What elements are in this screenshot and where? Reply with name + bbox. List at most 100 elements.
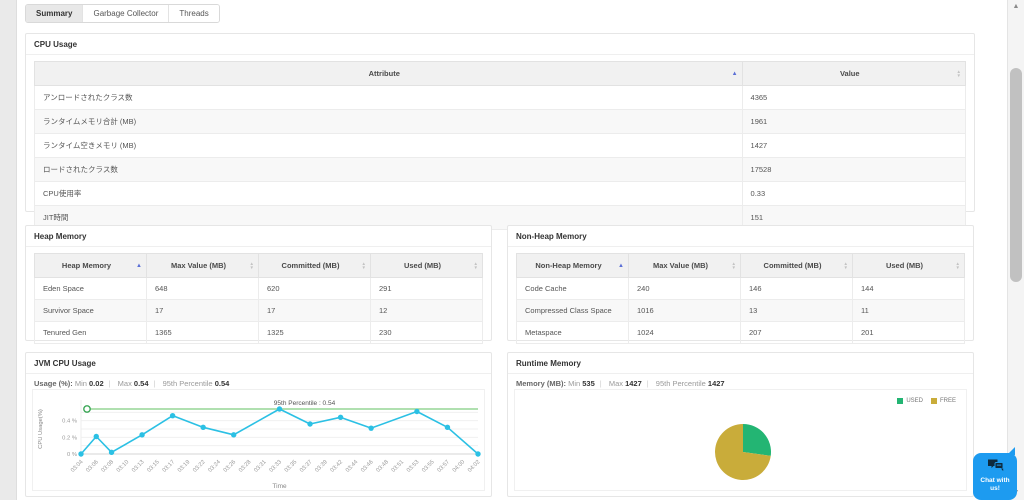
column-header-non-heap-memory[interactable]: Non-Heap Memory▲ [517, 254, 629, 278]
runtime-memory-chart-area: USED FREE [514, 389, 967, 491]
heap-memory-table: Heap Memory▲Max Value (MB)▲▼Committed (M… [34, 253, 483, 344]
stats-separator: | [154, 379, 156, 388]
column-header-used-mb[interactable]: Used (MB)▲▼ [853, 254, 965, 278]
table-cell: 240 [629, 278, 741, 300]
svg-text:03:35: 03:35 [284, 459, 299, 474]
stat-value: 0.54 [134, 379, 149, 388]
svg-text:03:48: 03:48 [375, 459, 390, 474]
column-header-committed-mb[interactable]: Committed (MB) ▲▼ [259, 254, 371, 278]
stat-label: Min [568, 379, 582, 388]
svg-text:03:13: 03:13 [131, 459, 146, 474]
svg-text:03:46: 03:46 [360, 459, 375, 474]
stat-value: 535 [582, 379, 595, 388]
runtime-memory-panel: Runtime Memory Memory (MB): Min 535| Max… [507, 352, 974, 497]
table-cell: 146 [741, 278, 853, 300]
svg-text:03:15: 03:15 [146, 459, 161, 474]
legend-swatch-icon [931, 398, 937, 404]
column-header-max-value-mb[interactable]: Max Value (MB) ▲▼ [629, 254, 741, 278]
sort-ascending-icon: ▲ [732, 71, 738, 77]
table-cell: ロードされたクラス数 [35, 158, 743, 182]
svg-text:03:22: 03:22 [192, 459, 207, 474]
column-label: Committed (MB) [282, 261, 340, 270]
tab-threads[interactable]: Threads [169, 5, 218, 22]
table-cell: 12 [371, 300, 483, 322]
stats-separator: | [109, 379, 111, 388]
column-header-heap-memory[interactable]: Heap Memory▲ [35, 254, 147, 278]
table-cell: ランタイムメモリ合計 (MB) [35, 110, 743, 134]
table-row: Survivor Space171712 [35, 300, 483, 322]
tab-garbage-collector[interactable]: Garbage Collector [83, 5, 169, 22]
table-cell: 1427 [742, 134, 965, 158]
jvm-cpu-usage-title: JVM CPU Usage [26, 353, 491, 374]
non-heap-memory-title: Non-Heap Memory [508, 226, 973, 247]
chat-button[interactable]: Chat with us! [973, 453, 1017, 500]
svg-text:0 %: 0 % [67, 452, 77, 458]
scrollbar-thumb[interactable] [1010, 68, 1022, 282]
legend-label: USED [906, 398, 923, 404]
cpu-usage-table: Attribute▲Value▲▼アンロードされたクラス数4365ランタイムメモ… [34, 61, 966, 230]
table-cell: Code Cache [517, 278, 629, 300]
table-cell: 648 [147, 278, 259, 300]
jvm-cpu-chart-area: 0 %0.2 %0.4 %03:0403:0603:0803:1003:1303… [32, 389, 485, 491]
left-gutter [0, 0, 17, 500]
sort-ascending-icon: ▲ [618, 263, 624, 269]
column-header-value[interactable]: Value ▲▼ [742, 62, 965, 86]
jvm-cpu-line-chart: 0 %0.2 %0.4 %03:0403:0603:0803:1003:1303… [33, 390, 486, 492]
sort-both-icon: ▲▼ [732, 262, 736, 270]
svg-text:03:24: 03:24 [207, 459, 222, 474]
table-row: Metaspace1024207201 [517, 322, 965, 344]
svg-text:03:17: 03:17 [162, 459, 177, 474]
chat-button-label: Chat with us! [973, 475, 1017, 493]
column-header-used-mb[interactable]: Used (MB) ▲▼ [371, 254, 483, 278]
table-cell: 17 [259, 300, 371, 322]
svg-text:03:08: 03:08 [101, 459, 116, 474]
stat-value: 1427 [625, 379, 642, 388]
column-header-attribute[interactable]: Attribute ▲ [35, 62, 743, 86]
svg-text:CPU Usage(%): CPU Usage(%) [38, 409, 44, 449]
column-label: Max Value (MB) [653, 261, 708, 270]
sort-both-icon: ▲▼ [362, 262, 366, 270]
svg-text:03:51: 03:51 [391, 459, 406, 474]
svg-text:03:31: 03:31 [253, 459, 268, 474]
scrollbar-track[interactable]: ▲ ▼ [1007, 0, 1024, 500]
sort-both-icon: ▲▼ [250, 262, 254, 270]
table-cell: Compressed Class Space [517, 300, 629, 322]
jvm-cpu-usage-panel: JVM CPU Usage Usage (%): Min 0.02| Max 0… [25, 352, 492, 497]
svg-text:03:37: 03:37 [299, 459, 314, 474]
sort-both-icon: ▲▼ [474, 262, 478, 270]
column-label: Max Value (MB) [171, 261, 226, 270]
table-cell: Survivor Space [35, 300, 147, 322]
svg-text:03:10: 03:10 [116, 459, 131, 474]
table-row: ランタイム空きメモリ (MB)1427 [35, 134, 966, 158]
table-cell: Eden Space [35, 278, 147, 300]
data-table: Heap Memory▲Max Value (MB)▲▼Committed (M… [34, 253, 483, 344]
table-cell: 17 [147, 300, 259, 322]
svg-text:Time: Time [272, 483, 287, 490]
cpu-usage-panel: CPU Usage Attribute▲Value▲▼アンロードされたクラス数4… [25, 33, 975, 212]
runtime-memory-stats: Memory (MB): Min 535| Max 1427| 95th Per… [508, 374, 973, 388]
data-table: Non-Heap Memory▲ Max Value (MB) ▲▼ Committe… [516, 253, 965, 344]
table-row: Compressed Class Space10161311 [517, 300, 965, 322]
stat-label: Min [75, 379, 89, 388]
svg-text:03:42: 03:42 [330, 459, 345, 474]
legend-item-used[interactable]: USED [897, 398, 923, 404]
svg-text:03:53: 03:53 [406, 459, 421, 474]
column-header-max-value-mb[interactable]: Max Value (MB) ▲▼ [147, 254, 259, 278]
table-row: ランタイムメモリ合計 (MB)1961 [35, 110, 966, 134]
pie-legend: USED FREE [897, 398, 956, 404]
column-header-committed-mb[interactable]: Committed (MB)▲▼ [741, 254, 853, 278]
column-label: Attribute [369, 69, 400, 78]
svg-text:95th Percentile : 0.54: 95th Percentile : 0.54 [274, 400, 336, 407]
column-label: Value [840, 69, 860, 78]
tab-summary[interactable]: Summary [26, 5, 83, 22]
legend-item-free[interactable]: FREE [931, 398, 956, 404]
table-cell: Tenured Gen [35, 322, 147, 344]
table-cell: 230 [371, 322, 483, 344]
heap-memory-panel: Heap Memory Heap Memory▲Max Value (MB)▲▼… [25, 225, 492, 341]
stat-label: Max [116, 379, 134, 388]
table-cell: 291 [371, 278, 483, 300]
table-cell: 1325 [259, 322, 371, 344]
scroll-up-arrow[interactable]: ▲ [1008, 0, 1024, 14]
column-label: Used (MB) [404, 261, 441, 270]
sort-both-icon: ▲▼ [957, 70, 961, 78]
